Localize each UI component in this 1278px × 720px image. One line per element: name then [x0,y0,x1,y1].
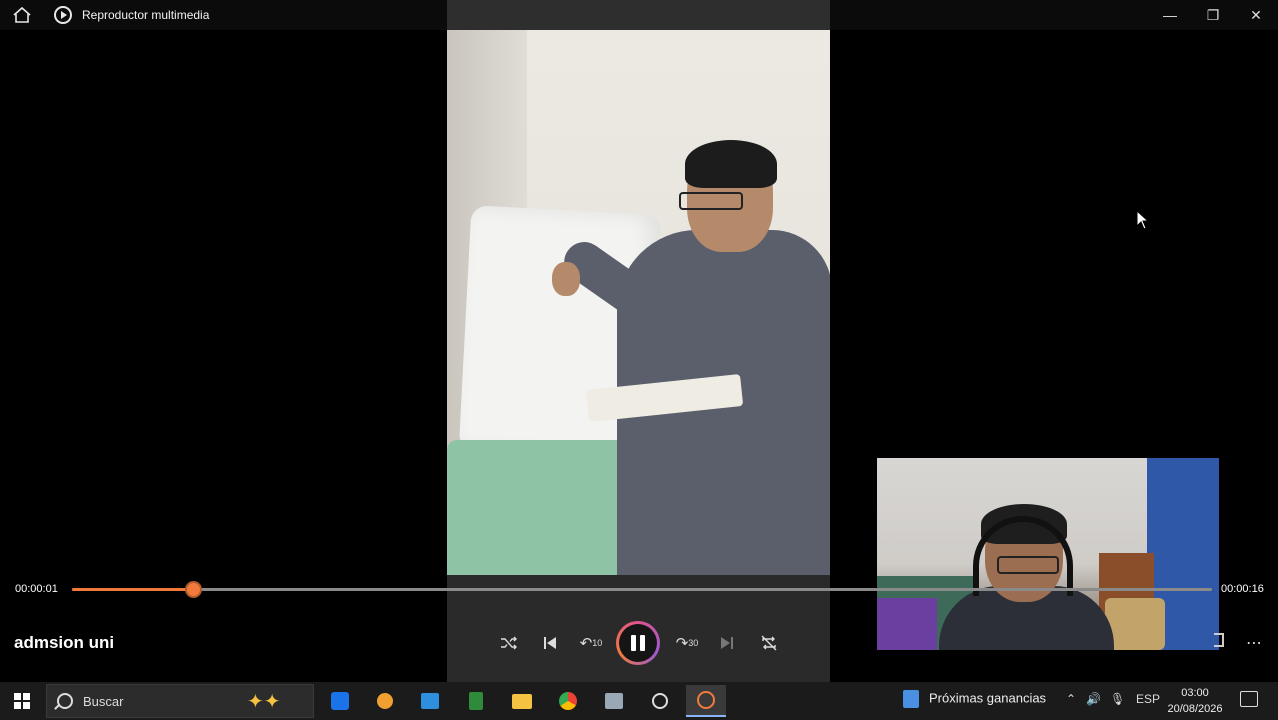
store-icon [421,693,439,709]
repeat-off-button[interactable] [755,629,783,657]
seek-bar-progress [72,588,193,591]
webcam-overlay [877,458,1219,650]
pause-button[interactable] [616,621,660,665]
app-window-icon [605,693,623,709]
folder-icon [512,693,532,709]
taskbar: Buscar ✦✦ Próximas ganancias ⌃ 🔊 🎙 ESP 0… [0,682,1278,720]
webcam-glasses [997,556,1059,574]
video-frame[interactable] [447,0,830,682]
windows-logo-icon [14,693,21,700]
tray-overflow-chevron-icon[interactable]: ⌃ [1066,692,1076,706]
taskbar-file-explorer[interactable] [502,685,542,717]
pause-icon [619,624,657,662]
skip-forward-icon: ↷ [675,635,689,652]
current-time: 00:00:01 [15,583,58,595]
language-indicator[interactable]: ESP [1136,692,1160,706]
taskbar-media-player[interactable] [686,685,726,717]
close-button[interactable]: ✕ [1234,0,1278,30]
video-person-hand [552,262,580,296]
skip-back-seconds: 10 [592,638,603,648]
repeat-off-icon [761,635,777,651]
rewards-medal-icon [377,693,393,709]
shuffle-button[interactable] [495,629,523,657]
taskbar-recorder[interactable] [640,685,680,717]
media-title: admsion uni [14,633,115,652]
clock-date: 20/08/2026 [1167,703,1223,715]
skip-forward-button[interactable]: ↷ 30 [673,629,701,657]
miniplayer-icon[interactable] [1214,633,1224,647]
skip-back-icon: ↶ [579,635,593,652]
taskbar-app-green[interactable] [456,685,496,717]
skip-forward-seconds: 30 [688,638,699,648]
seek-bar-thumb[interactable] [186,583,200,596]
news-widget[interactable]: Próximas ganancias [903,690,1046,708]
total-time: 00:00:16 [1221,583,1264,595]
home-icon[interactable] [12,6,32,24]
minimize-icon: — [1163,7,1177,23]
search-icon [57,693,73,709]
media-player-app-icon [54,6,72,24]
previous-icon [544,637,556,649]
news-icon [903,690,919,708]
start-button[interactable] [14,693,30,709]
webcam-basket [1105,598,1165,650]
previous-button[interactable] [536,629,564,657]
outlook-icon [331,692,349,710]
video-person-hair [685,140,777,188]
green-app-icon [469,692,483,710]
media-player-icon [697,691,715,709]
taskbar-chrome[interactable] [548,685,588,717]
video-person-glasses [679,192,743,210]
webcam-clothes-2 [877,598,937,650]
copilot-sparkle-icon: ✦✦ [247,691,281,713]
volume-icon[interactable]: 🔊 [1086,692,1101,706]
microphone-icon[interactable]: 🎙 [1110,692,1125,706]
close-icon: ✕ [1250,6,1262,23]
window-title: Reproductor multimedia [82,8,210,22]
next-button[interactable] [713,629,741,657]
more-options-icon[interactable]: ⋯ [1246,633,1263,653]
clock-time: 03:00 [1181,687,1209,699]
next-icon [721,637,733,649]
search-placeholder: Buscar [83,694,124,709]
notification-icon[interactable] [1240,691,1258,707]
skip-back-button[interactable]: ↶ 10 [577,629,605,657]
minimize-button[interactable]: — [1148,0,1192,30]
search-box[interactable]: Buscar ✦✦ [46,684,314,718]
taskbar-app-window[interactable] [594,685,634,717]
restore-icon: ❐ [1206,6,1220,23]
news-label: Próximas ganancias [929,690,1047,706]
restore-button[interactable]: ❐ [1191,0,1235,30]
taskbar-outlook[interactable] [320,685,360,717]
taskbar-rewards[interactable] [365,685,405,717]
shuffle-icon [501,636,517,650]
chrome-icon [559,692,577,710]
recorder-icon [652,693,668,709]
seek-bar[interactable] [72,583,1212,596]
system-clock[interactable]: 03:00 20/08/2026 [1166,685,1224,717]
taskbar-store[interactable] [410,685,450,717]
